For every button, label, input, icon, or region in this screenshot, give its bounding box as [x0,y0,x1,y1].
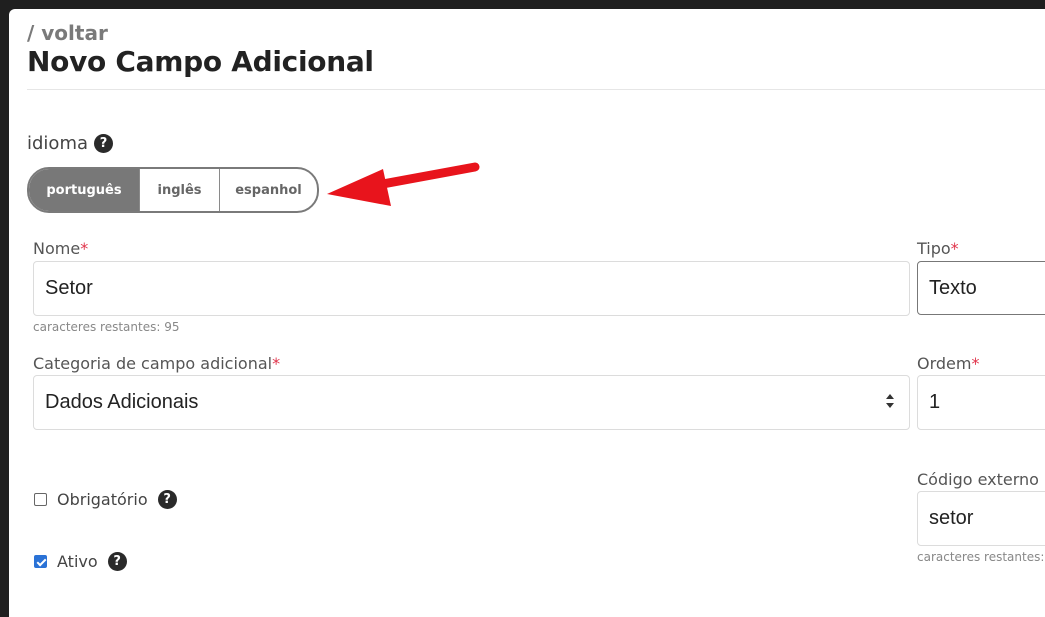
codigo-externo-input[interactable]: setor [917,491,1045,546]
nome-chars-remaining: caracteres restantes: 95 [33,320,180,334]
codigo-externo-label: Código externo ? [917,470,1039,489]
categoria-value: Dados Adicionais [45,391,199,413]
tab-portugues[interactable]: português [29,169,140,211]
codigo-externo-chars-remaining: caracteres restantes: [917,550,1045,564]
ordem-input[interactable]: 1 [917,375,1045,430]
ativo-label[interactable]: Ativo [57,552,98,571]
ordem-value: 1 [929,391,941,413]
annotation-arrow-icon [327,162,480,206]
categoria-label: Categoria de campo adicional* [33,354,281,373]
codigo-externo-value: setor [929,507,974,529]
page-title: Novo Campo Adicional [27,45,374,78]
required-mark: * [971,354,980,373]
tipo-select[interactable]: Texto [917,261,1045,315]
language-label: idioma [27,133,89,154]
ativo-row: Ativo ? [34,552,127,571]
sort-arrows-icon [886,394,894,408]
required-mark: * [950,239,959,258]
required-mark: * [80,239,89,258]
categoria-select[interactable]: Dados Adicionais [33,375,910,430]
question-circle-icon[interactable]: ? [94,134,114,153]
modal-panel: / voltar Novo Campo Adicional idioma ? p… [9,9,1045,617]
tab-espanhol[interactable]: espanhol [220,169,317,211]
back-link[interactable]: / voltar [27,21,108,45]
nome-value: Setor [45,277,93,299]
tab-ingles[interactable]: inglês [140,169,220,211]
nome-input[interactable]: Setor [33,261,910,316]
required-mark: * [272,354,281,373]
tipo-value: Texto [929,276,977,299]
obrigatorio-checkbox[interactable] [34,493,47,506]
nome-label: Nome* [33,239,89,258]
ordem-label: Ordem* [917,354,980,373]
ativo-checkbox[interactable] [34,555,47,568]
question-circle-icon[interactable]: ? [107,552,127,571]
tipo-label: Tipo* [917,239,959,258]
header-divider [27,89,1045,90]
obrigatorio-label[interactable]: Obrigatório [57,490,148,509]
language-label-row: idioma ? [27,133,114,154]
obrigatorio-row: Obrigatório ? [34,490,177,509]
question-circle-icon[interactable]: ? [157,490,177,509]
language-segmented-control: português inglês espanhol [27,167,319,213]
